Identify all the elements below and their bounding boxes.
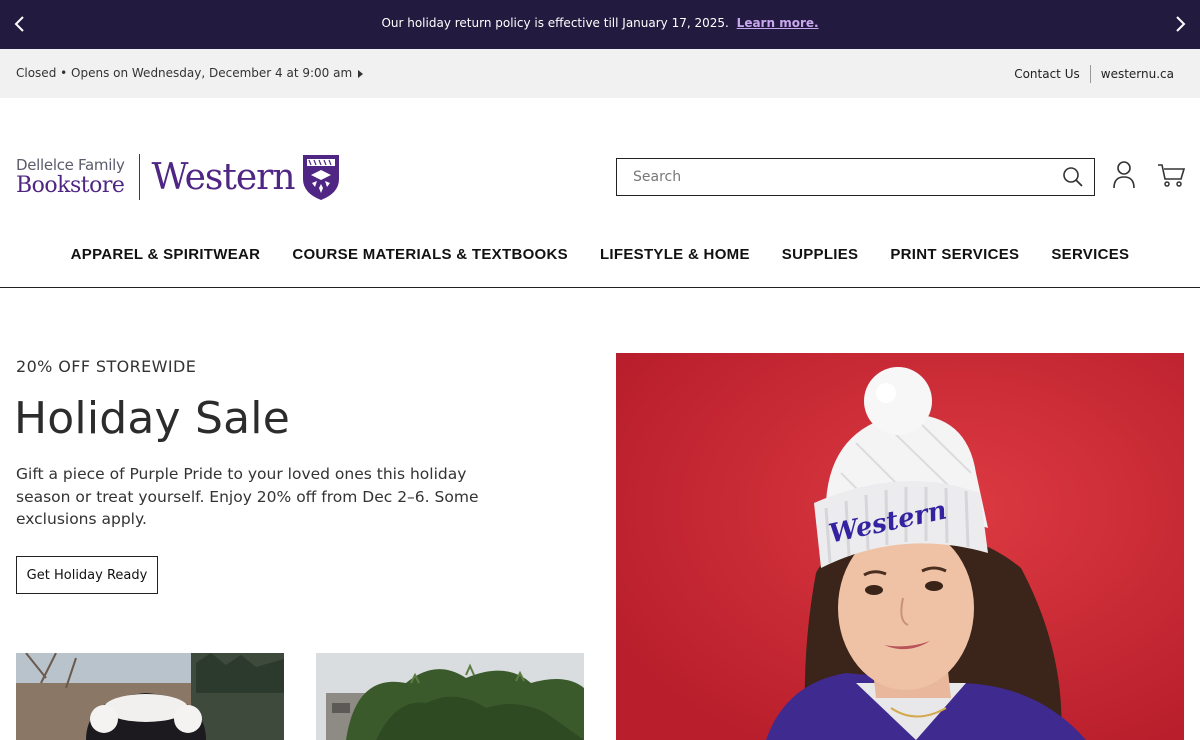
get-holiday-ready-button[interactable]: Get Holiday Ready [16,556,158,594]
promo-image-campus[interactable] [316,653,584,740]
hero-eyebrow: 20% OFF STOREWIDE [16,357,197,376]
logo-line2: Bookstore [16,172,125,198]
contact-us-link[interactable]: Contact Us [1014,67,1080,81]
learn-more-link[interactable]: Learn more. [737,16,819,30]
western-wordmark: Western [151,156,296,198]
search-input[interactable] [617,159,1047,195]
bookstore-wordmark: Dellelce Family Bookstore [16,155,125,198]
westernu-link[interactable]: westernu.ca [1101,67,1174,81]
announcement-bar: Our holiday return policy is effective t… [0,0,1200,49]
chevron-right-icon[interactable] [1170,14,1190,34]
store-hours-text: Closed • Opens on Wednesday, December 4 … [16,66,353,80]
account-icon[interactable] [1112,160,1136,190]
nav-item-lifestyle[interactable]: LIFESTYLE & HOME [600,246,750,263]
cart-icon[interactable] [1157,162,1185,188]
main-nav: APPAREL & SPIRITWEAR COURSE MATERIALS & … [0,246,1200,263]
caret-right-icon [358,69,364,78]
hero-title: Holiday Sale [14,393,290,444]
utility-links: Contact Us westernu.ca [1014,65,1174,83]
nav-item-print-services[interactable]: PRINT SERVICES [890,246,1019,263]
search-icon[interactable] [1062,166,1084,188]
utility-bar: Closed • Opens on Wednesday, December 4 … [0,49,1200,98]
promo-image-earmuffs[interactable] [16,653,284,740]
logo-line1: Dellelce Family [16,155,125,174]
site-logo[interactable]: Dellelce Family Bookstore Western [16,152,341,202]
nav-item-apparel[interactable]: APPAREL & SPIRITWEAR [71,246,261,263]
nav-item-services[interactable]: SERVICES [1051,246,1129,263]
hero-image-toque[interactable]: Western [616,353,1184,740]
search-box [616,158,1095,196]
announcement-text: Our holiday return policy is effective t… [381,16,729,30]
announcement-message: Our holiday return policy is effective t… [0,16,1200,30]
nav-item-supplies[interactable]: SUPPLIES [782,246,859,263]
hero-description: Gift a piece of Purple Pride to your lov… [16,465,479,528]
logo-divider [138,154,140,200]
crest-icon [302,155,339,200]
store-hours[interactable]: Closed • Opens on Wednesday, December 4 … [16,66,364,80]
nav-item-course-materials[interactable]: COURSE MATERIALS & TEXTBOOKS [292,246,568,263]
utility-divider [1089,65,1091,83]
site-header: Dellelce Family Bookstore Western APPARE… [0,98,1200,288]
